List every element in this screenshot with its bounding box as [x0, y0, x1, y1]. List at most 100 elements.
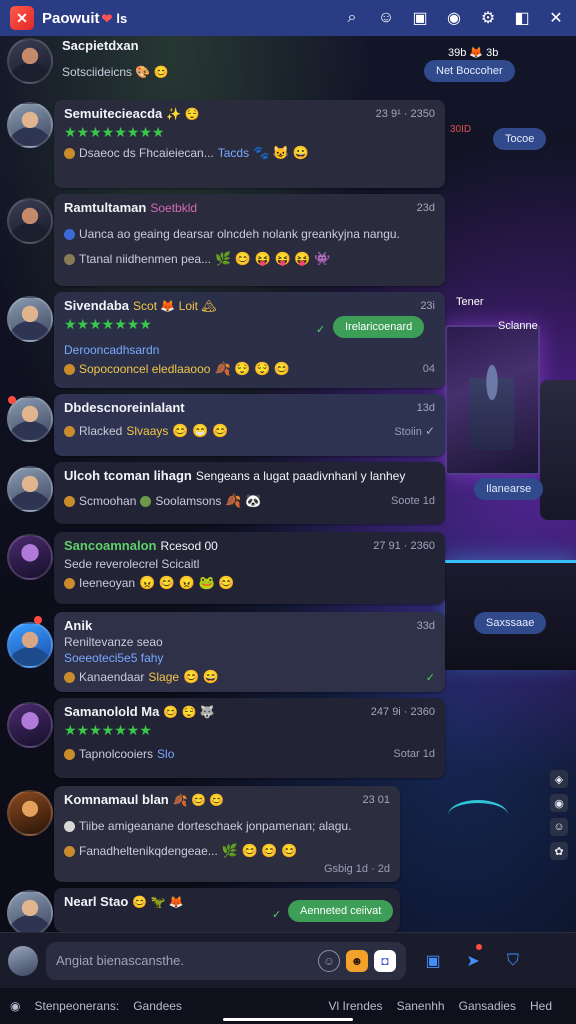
chat-row[interactable]: Semuitecieacda ✨ 😌 23 9¹ · 2350 ★★★★★★★★ D…: [0, 100, 446, 188]
chat-name: Sivendaba: [64, 298, 130, 313]
nav-item[interactable]: Hed: [530, 999, 552, 1013]
nav-item[interactable]: Gandees: [133, 999, 182, 1013]
read-check-icon: ✓: [424, 424, 435, 438]
tablet-icon[interactable]: ◧: [512, 8, 532, 28]
app-name: Paowuit: [42, 9, 100, 27]
chat-preview-2: Fanadheltenikqdengeae...: [79, 844, 218, 858]
nav-item[interactable]: Sanenhh: [397, 999, 445, 1013]
chat-time: 23i: [420, 299, 435, 312]
chat-preview: Tiibe amigeanane dorteschaek jonpamenan;…: [79, 819, 352, 833]
send-icon[interactable]: ➤: [460, 943, 486, 974]
message-input[interactable]: Angiat bienascansthe. ☺ ☻ ◘: [46, 941, 406, 980]
home-indicator[interactable]: [223, 1018, 353, 1021]
app-header: ✕ Paowuit ❤ ls ⌕ ☺ ▣ ◉ ⚙ ◧ ✕: [0, 0, 576, 36]
chat-tag: Slo: [157, 747, 175, 761]
reply-bubble[interactable]: Aenneted ceiivat: [288, 900, 394, 922]
chat-preview-2: Ttanal niidhenmen pea...: [79, 252, 212, 266]
reply-bubble[interactable]: Tocoe: [493, 128, 547, 150]
reply-bubble[interactable]: Ilanearse: [474, 478, 544, 500]
emoji-icon[interactable]: ☺: [318, 949, 340, 972]
unread-dot: [34, 616, 42, 624]
chat-time: 27 91 · 2360: [373, 539, 435, 552]
record-icon[interactable]: ◉: [550, 794, 568, 812]
avatar: [7, 790, 53, 836]
reply-bubble[interactable]: Saxssaae: [474, 612, 547, 634]
chat-preview-2: Sopocooncel eledlaaooo: [79, 362, 211, 376]
read-check-icon: ✓: [425, 671, 435, 684]
record-icon[interactable]: ◉: [444, 8, 464, 28]
chat-name: Sacpietdxan: [62, 38, 139, 53]
nav-item[interactable]: Gansadies: [459, 999, 516, 1013]
nav-item[interactable]: Stenpeonerans:: [34, 999, 119, 1013]
chat-preview: Derooncadhsardn: [64, 343, 160, 357]
avatar: [7, 890, 53, 936]
chat-card: Semuitecieacda ✨ 😌 23 9¹ · 2350 ★★★★★★★★ D…: [54, 100, 445, 188]
chat-row[interactable]: Anik 33d Reniltevanze seao Soeeoteci5e5 f…: [0, 612, 446, 692]
user-avatar[interactable]: [8, 945, 38, 976]
chat-row[interactable]: Komnamaul blan 🍂 😊 😊 23 01 Tiibe amigeanan…: [0, 786, 446, 882]
status-icon: [64, 363, 75, 375]
emoji-icon[interactable]: ☺: [376, 8, 396, 28]
chat-card: Samanolold Ma 😊 😌 🐺 247 9i · 2360 ★★★★★★★ …: [54, 698, 445, 778]
chat-tag: Tacds: [217, 146, 250, 160]
chat-row[interactable]: Sancoamnalon Rcesod 00 27 91 · 2360 Sede r…: [0, 532, 446, 604]
game-icon[interactable]: ◈: [550, 770, 568, 788]
status-icon: [64, 147, 75, 159]
help-icon[interactable]: ◉: [10, 999, 20, 1013]
sticker-icon[interactable]: ☻: [346, 949, 368, 972]
leaf-icon[interactable]: ✿: [550, 842, 568, 860]
emoji-icon[interactable]: ☺: [550, 818, 568, 836]
chat-name: Ramtultaman: [64, 200, 147, 215]
chat-card: Anik 33d Reniltevanze seao Soeeoteci5e5 f…: [54, 612, 445, 692]
chat-row[interactable]: Dbdescnoreinlalant 13d Rlacked Slvaays 😊 …: [0, 394, 446, 456]
chat-name: Nearl Stao: [64, 894, 129, 909]
neon-arc-decoration: [448, 800, 508, 830]
chat-preview: Uanca ao geaing dearsar olncdeh nolank g…: [79, 227, 400, 241]
avatar: [7, 622, 53, 668]
pin-icon: [64, 820, 75, 832]
rating-stars: ★★★★★★★: [64, 722, 152, 738]
game-character-image: [470, 360, 514, 450]
close-icon[interactable]: ✕: [546, 8, 566, 28]
chat-preview: Sotsciideicns 🎨 😊: [62, 65, 169, 79]
gallery-icon[interactable]: ▣: [420, 948, 446, 974]
media-icon[interactable]: ▣: [410, 8, 430, 28]
chat-row[interactable]: Samanolold Ma 😊 😌 🐺 247 9i · 2360 ★★★★★★★ …: [0, 698, 446, 778]
heart-icon: ❤: [101, 10, 113, 26]
chat-card: Komnamaul blan 🍂 😊 😊 23 01 Tiibe amigeanan…: [54, 786, 400, 882]
app-logo-icon: ✕: [10, 6, 34, 30]
reply-bubble[interactable]: Irelaricoenard: [333, 316, 425, 338]
nav-item[interactable]: Vl Irendes: [329, 999, 383, 1013]
rating-stars: ★★★★★★★★: [64, 124, 165, 140]
chat-name: Semuitecieacda: [64, 106, 163, 121]
side-counter: 39b 🦊 3b: [448, 47, 499, 59]
settings-icon[interactable]: ⚙: [478, 8, 498, 28]
avatar: [7, 38, 53, 84]
chat-preview: Tapnolcooiers: [79, 747, 154, 761]
search-icon[interactable]: ⌕: [342, 8, 362, 28]
chat-time: 247 9i · 2360: [370, 705, 435, 718]
chat-preview: Sede reverolecrel Scicaitl: [64, 557, 200, 571]
chat-row[interactable]: Sacpietdxan Sotsciideicns 🎨 😊: [0, 36, 446, 86]
shield-icon[interactable]: ⛉: [500, 948, 526, 974]
avatar: [7, 702, 53, 748]
status-icon: [64, 845, 75, 857]
gif-icon[interactable]: ◘: [374, 949, 396, 972]
chat-name: Samanolold Ma: [64, 704, 160, 719]
chat-preview: Reniltevanze seao: [64, 635, 163, 649]
chat-card: Ulcoh tcoman lihagn Sengeans a lugat paad…: [54, 462, 445, 524]
chat-time: 13d: [416, 401, 435, 414]
chat-name: Sancoamnalon: [64, 538, 157, 553]
chat-preview-3: Kanaendaar: [79, 670, 145, 684]
chat-tag: Slvaays: [126, 424, 169, 438]
status-bubble[interactable]: Net Boccoher: [424, 60, 515, 82]
gaming-chair-image: [540, 380, 576, 520]
chat-row[interactable]: Sivendaba Scot 🦊 Loit 🏔 23i ★★★★★★★ Deroon…: [0, 292, 446, 388]
message-input-placeholder: Angiat bienascansthe.: [56, 953, 184, 968]
chat-row[interactable]: Ulcoh tcoman lihagn Sengeans a lugat paad…: [0, 462, 446, 524]
status-icon: [64, 577, 75, 589]
chat-row[interactable]: Ramtultaman Soetbkld 23d Uanca ao geaing d…: [0, 194, 446, 286]
globe-icon: [64, 228, 75, 240]
chat-tag: Slage: [148, 670, 180, 684]
emoji-reactions: 😊 😁 😊: [172, 423, 229, 438]
